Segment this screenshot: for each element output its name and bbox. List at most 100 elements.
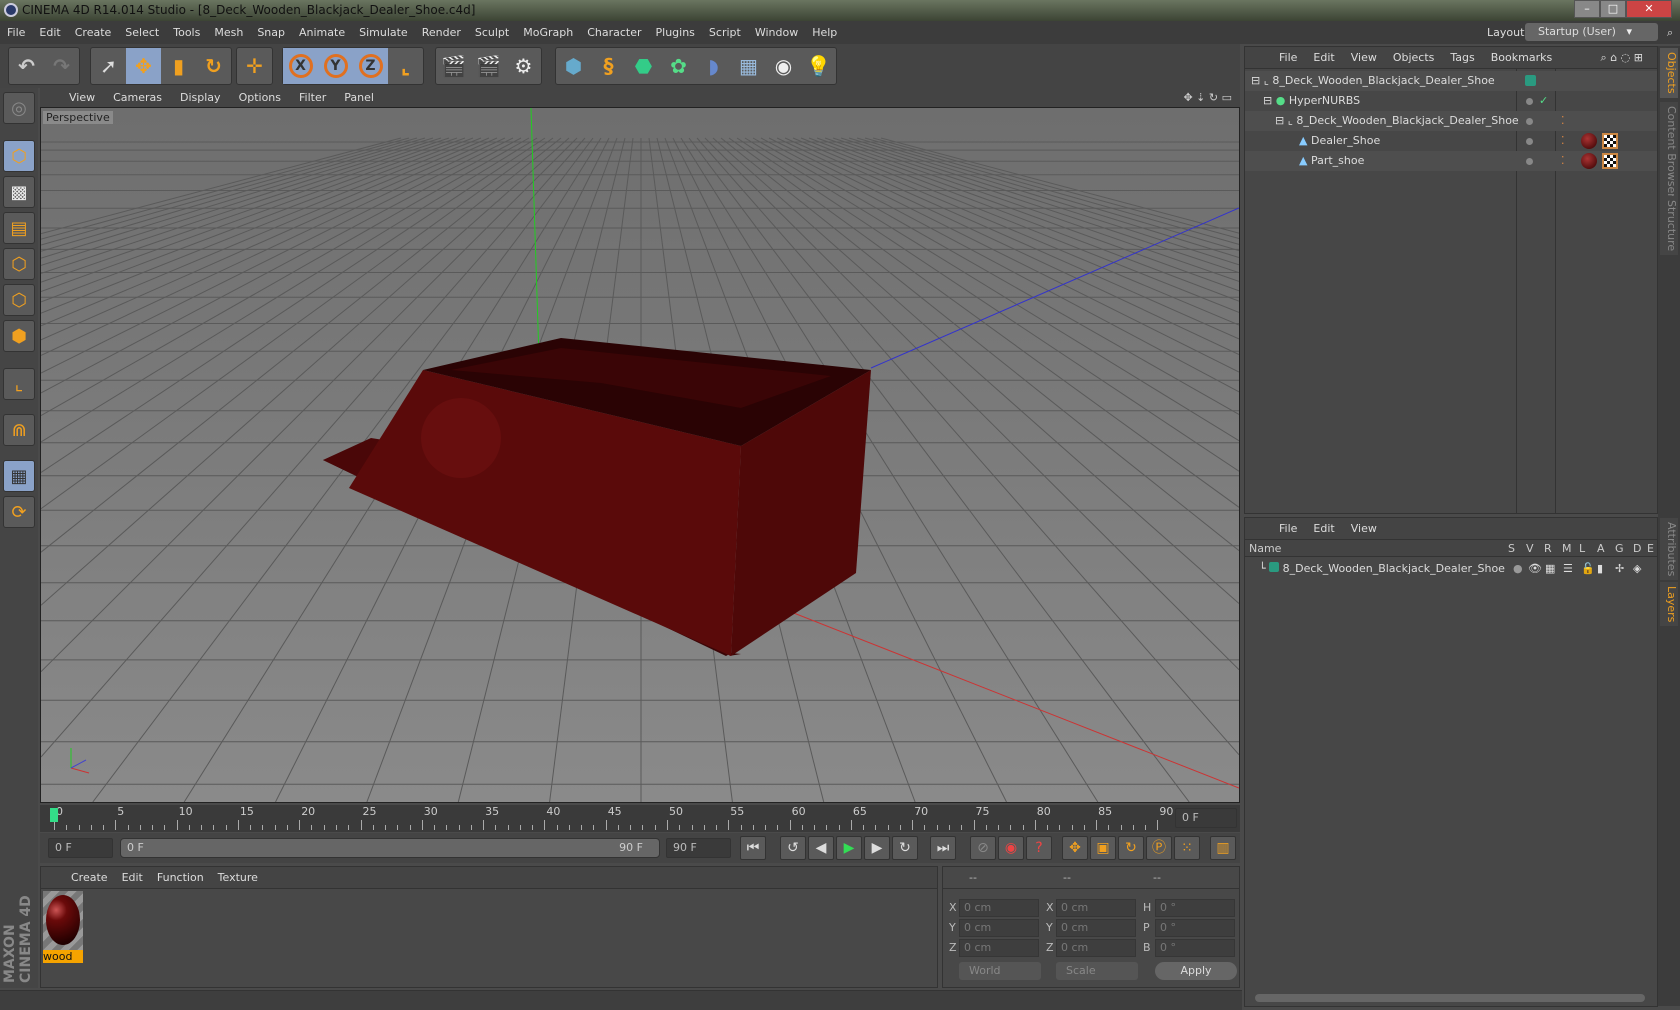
visible-icon[interactable]: 👁 xyxy=(1528,559,1542,579)
keyframe-selection-icon[interactable]: ? xyxy=(1026,836,1052,860)
layout-dropdown[interactable]: Startup (User) ▾ xyxy=(1525,23,1658,41)
menu-character[interactable]: Character xyxy=(587,26,641,39)
magnet-icon[interactable]: ⋒ xyxy=(3,414,35,446)
key-scale-icon[interactable]: ▣ xyxy=(1090,836,1116,860)
key-rotation-icon[interactable]: ↻ xyxy=(1118,836,1144,860)
make-editable-icon[interactable]: ◎ xyxy=(3,92,35,124)
go-to-start-icon[interactable]: ⏮ xyxy=(740,836,766,860)
scale-icon[interactable]: ▮ xyxy=(161,48,196,84)
object-menu-edit[interactable]: Edit xyxy=(1313,51,1334,64)
viewport-menu-cameras[interactable]: Cameras xyxy=(113,91,162,104)
rot-p-field[interactable]: 0 ° xyxy=(1155,919,1235,937)
rot-h-field[interactable]: 0 ° xyxy=(1155,899,1235,917)
size-x-field[interactable]: 0 cm xyxy=(1056,899,1136,917)
object-menu-view[interactable]: View xyxy=(1351,51,1377,64)
phong-tag-icon[interactable]: ⁚ xyxy=(1561,111,1565,131)
previous-key-icon[interactable]: ↺ xyxy=(780,836,806,860)
render-settings-icon[interactable]: ⚙ xyxy=(506,48,541,84)
model-mode-icon[interactable]: ⬡ xyxy=(3,140,35,172)
tab-layers[interactable]: Layers xyxy=(1660,582,1678,627)
pos-x-field[interactable]: 0 cm xyxy=(959,899,1039,917)
rot-b-field[interactable]: 0 ° xyxy=(1155,939,1235,957)
menu-create[interactable]: Create xyxy=(75,26,112,39)
tab-content-browser[interactable]: Content Browser xyxy=(1660,102,1678,202)
deformer-icon[interactable]: ◗ xyxy=(696,48,731,84)
render-picture-viewer-icon[interactable]: 🎬 xyxy=(471,48,506,84)
material-wood[interactable]: wood xyxy=(43,891,83,963)
coordinate-mode-dropdown[interactable]: World xyxy=(959,962,1041,980)
object-row[interactable]: ⊟ ⌞ 8_Deck_Wooden_Blackjack_Dealer_Shoe ⁚ xyxy=(1245,111,1657,131)
search-icon[interactable]: ⌕ xyxy=(1667,21,1673,44)
material-menu-texture[interactable]: Texture xyxy=(218,871,258,884)
lock-icon[interactable]: 🔓 xyxy=(1581,559,1595,579)
record-keys-icon[interactable]: ⊘ xyxy=(970,836,996,860)
key-position-icon[interactable]: ✥ xyxy=(1062,836,1088,860)
frame-range-slider[interactable]: 0 F 90 F xyxy=(120,838,660,858)
column-render[interactable]: R xyxy=(1544,540,1552,557)
key-parameter-icon[interactable]: Ⓟ xyxy=(1146,836,1172,860)
viewport-nav-icons[interactable]: ✥ ⇣ ↻ ▭ xyxy=(1183,88,1232,107)
snap-icon[interactable]: ⟳ xyxy=(3,496,35,528)
pos-z-field[interactable]: 0 cm xyxy=(959,939,1039,957)
object-menu-objects[interactable]: Objects xyxy=(1393,51,1435,64)
minimize-button[interactable]: – xyxy=(1574,0,1600,18)
material-tag-icon[interactable] xyxy=(1581,133,1597,149)
cube-icon[interactable]: ⬢ xyxy=(556,48,591,84)
lock-workplane-icon[interactable]: ▦ xyxy=(3,460,35,492)
menu-simulate[interactable]: Simulate xyxy=(359,26,408,39)
camera-icon[interactable]: ◉ xyxy=(766,48,801,84)
workplane-icon[interactable]: ▤ xyxy=(3,212,35,244)
y-axis-button[interactable]: Y xyxy=(318,48,353,84)
column-visible[interactable]: V xyxy=(1526,540,1534,557)
column-locked[interactable]: L xyxy=(1579,540,1585,557)
layer-row[interactable]: └ 8_Deck_Wooden_Blackjack_Dealer_Shoe ● 👁… xyxy=(1245,559,1657,579)
timeline-ruler[interactable]: 0 5 10 15 20 25 30 35 40 45 50 55 60 65 70 75 80 85 90 0 F xyxy=(40,805,1240,832)
move-icon[interactable]: ✥ xyxy=(126,48,161,84)
enabled-check-icon[interactable]: ✓ xyxy=(1539,91,1548,111)
solo-icon[interactable]: ● xyxy=(1513,559,1523,579)
tab-attributes[interactable]: Attributes xyxy=(1660,518,1678,581)
z-axis-button[interactable]: Z xyxy=(353,48,388,84)
rotate-icon[interactable]: ↻ xyxy=(196,48,231,84)
menu-mograph[interactable]: MoGraph xyxy=(523,26,573,39)
column-deformers[interactable]: D xyxy=(1633,540,1641,557)
size-y-field[interactable]: 0 cm xyxy=(1056,919,1136,937)
object-menu-tags[interactable]: Tags xyxy=(1450,51,1474,64)
spline-icon[interactable]: § xyxy=(591,48,626,84)
menu-tools[interactable]: Tools xyxy=(173,26,200,39)
key-pla-icon[interactable]: ⁙ xyxy=(1174,836,1200,860)
layer-menu-view[interactable]: View xyxy=(1351,522,1377,535)
object-row[interactable]: ▲ Part_shoe ⁚ xyxy=(1245,151,1657,171)
play-icon[interactable]: ▶ xyxy=(836,836,862,860)
phong-tag-icon[interactable]: ⁚ xyxy=(1561,131,1565,151)
close-button[interactable]: ✕ xyxy=(1626,0,1672,18)
current-frame-field[interactable]: 0 F xyxy=(1175,808,1237,828)
menu-render[interactable]: Render xyxy=(422,26,461,39)
object-row[interactable]: ⊟ ⌞ 8_Deck_Wooden_Blackjack_Dealer_Shoe xyxy=(1245,71,1657,91)
menu-plugins[interactable]: Plugins xyxy=(656,26,695,39)
object-menu-bookmarks[interactable]: Bookmarks xyxy=(1491,51,1552,64)
size-z-field[interactable]: 0 cm xyxy=(1056,939,1136,957)
viewport-menu-view[interactable]: View xyxy=(69,91,95,104)
start-frame-field[interactable]: 0 F xyxy=(48,838,113,858)
floor-icon[interactable]: ▦ xyxy=(731,48,766,84)
object-search-home-icons[interactable]: ⌕ ⌂ ◌ ⊞ xyxy=(1601,47,1643,69)
material-menu-function[interactable]: Function xyxy=(157,871,204,884)
maximize-button[interactable]: □ xyxy=(1600,0,1626,18)
edges-mode-icon[interactable]: ⬡ xyxy=(3,284,35,316)
coordinate-system-icon[interactable]: ⌞ xyxy=(388,48,423,84)
menu-animate[interactable]: Animate xyxy=(299,26,345,39)
x-axis-button[interactable]: X xyxy=(283,48,318,84)
pos-y-field[interactable]: 0 cm xyxy=(959,919,1039,937)
render-view-icon[interactable]: 🎬 xyxy=(436,48,471,84)
autokey-icon[interactable]: ◉ xyxy=(998,836,1024,860)
mograph-cloner-icon[interactable]: ✿ xyxy=(661,48,696,84)
column-solo[interactable]: S xyxy=(1508,540,1515,557)
live-move-icon[interactable]: ✛ xyxy=(237,48,272,84)
object-row[interactable]: ⊟ ● HyperNURBS ✓ xyxy=(1245,91,1657,111)
menu-edit[interactable]: Edit xyxy=(39,26,60,39)
tab-structure[interactable]: Structure xyxy=(1660,196,1678,256)
go-to-end-icon[interactable]: ⏭ xyxy=(930,836,956,860)
menu-help[interactable]: Help xyxy=(812,26,837,39)
viewport-menu-options[interactable]: Options xyxy=(239,91,281,104)
